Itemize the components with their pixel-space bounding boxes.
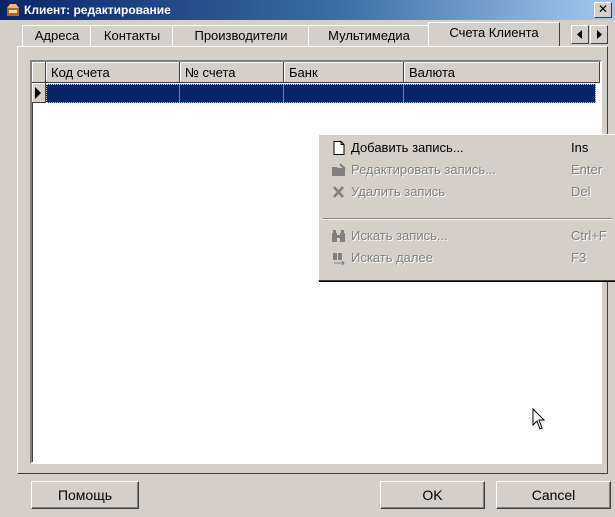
tab-manufacturers[interactable]: Производители (172, 25, 310, 46)
edit-client-dialog: Клиент: редактирование ✕ Адреса Контакты… (0, 0, 615, 517)
help-button[interactable]: Помощь (31, 481, 139, 509)
title-bar[interactable]: Клиент: редактирование ✕ (0, 0, 615, 20)
new-document-icon (333, 141, 345, 155)
menu-item-find-record[interactable]: Искать запись... Ctrl+F (321, 225, 614, 247)
arrow-right-icon (597, 30, 602, 39)
row-pointer-icon (35, 87, 41, 99)
menu-item-label: Удалить запись (351, 184, 446, 199)
menu-item-label: Искать далее (351, 250, 433, 265)
menu-item-shortcut: Ctrl+F (571, 228, 607, 243)
menu-item-shortcut: Del (571, 184, 591, 199)
cell-bank[interactable] (284, 84, 404, 103)
mouse-cursor-icon (532, 408, 546, 430)
menu-item-label: Редактировать запись... (351, 162, 497, 177)
column-currency[interactable]: Валюта (404, 62, 600, 83)
app-icon (7, 4, 19, 16)
tab-addresses[interactable]: Адреса (22, 25, 92, 46)
tab-scroll-left-button[interactable] (571, 25, 589, 44)
tab-contacts[interactable]: Контакты (90, 25, 174, 46)
menu-item-edit-record[interactable]: Редактировать запись... Enter (321, 159, 614, 181)
menu-item-shortcut: Enter (571, 162, 603, 177)
arrow-left-icon (577, 30, 582, 39)
window-title: Клиент: редактирование (24, 3, 171, 17)
row-indicator[interactable] (32, 83, 46, 103)
menu-item-label: Добавить запись... (351, 140, 464, 155)
delete-x-icon (333, 186, 344, 198)
menu-item-find-next[interactable]: Искать далее F3 (321, 247, 614, 269)
menu-item-label: Искать запись... (351, 228, 448, 243)
column-account-number[interactable]: № счета (180, 62, 284, 83)
grid-header: Код счета № счета Банк Валюта (32, 62, 600, 84)
find-next-icon (333, 253, 345, 265)
menu-item-add-record[interactable]: Добавить запись... Ins (321, 137, 614, 159)
cell-currency[interactable] (404, 84, 596, 103)
cancel-button[interactable]: Cancel (496, 481, 611, 509)
cell-account-code[interactable] (46, 84, 180, 103)
ok-button[interactable]: OK (380, 481, 485, 509)
column-bank[interactable]: Банк (284, 62, 404, 83)
grid-corner (32, 62, 46, 83)
tab-multimedia[interactable]: Мультимедиа (308, 25, 430, 46)
tab-strip: Адреса Контакты Производители Мультимеди… (0, 22, 615, 46)
close-button[interactable]: ✕ (594, 2, 612, 18)
column-account-code[interactable]: Код счета (46, 62, 180, 83)
tab-client-accounts[interactable]: Счета Клиента (428, 22, 560, 46)
tab-scroll-right-button[interactable] (590, 25, 608, 44)
binoculars-icon (332, 230, 345, 242)
menu-item-delete-record[interactable]: Удалить запись Del (321, 181, 614, 203)
menu-separator (323, 218, 612, 220)
cell-account-number[interactable] (180, 84, 284, 103)
menu-item-shortcut: Ins (571, 140, 589, 155)
menu-item-shortcut: F3 (571, 250, 587, 265)
context-menu: Добавить запись... Ins Редактировать зап… (318, 134, 615, 281)
close-icon: ✕ (597, 2, 609, 16)
edit-folder-icon (332, 163, 346, 176)
